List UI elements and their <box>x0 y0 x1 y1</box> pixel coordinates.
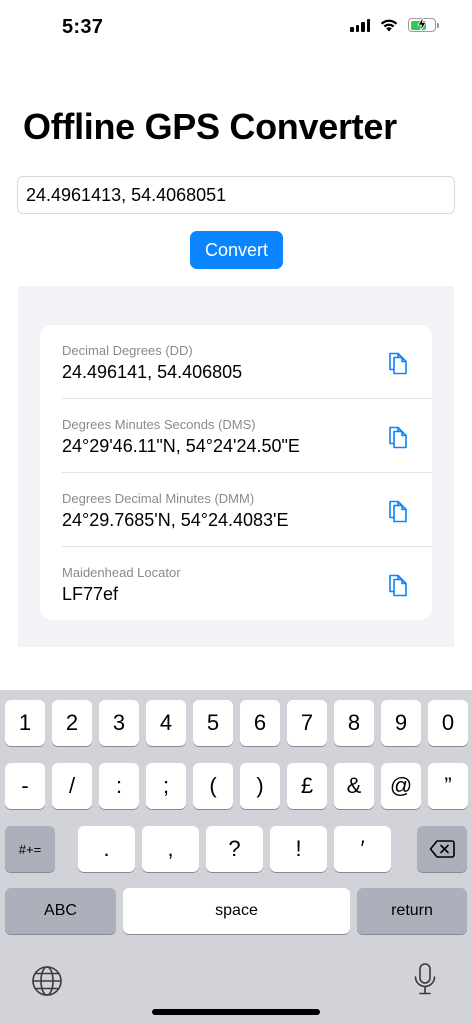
results-panel: Decimal Degrees (DD) 24.496141, 54.40680… <box>18 286 454 647</box>
result-label: Degrees Decimal Minutes (DMM) <box>62 491 255 506</box>
key-0[interactable]: 0 <box>428 700 468 746</box>
copy-maidenhead-button[interactable] <box>386 572 410 598</box>
key-9[interactable]: 9 <box>381 700 421 746</box>
key-hyphen[interactable]: - <box>5 763 45 809</box>
key-more-symbols[interactable]: #+= <box>5 826 55 872</box>
result-row-dmm: Degrees Decimal Minutes (DMM) 24°29.7685… <box>40 473 432 547</box>
copy-dd-button[interactable] <box>386 350 410 376</box>
copy-icon <box>389 426 407 449</box>
key-slash[interactable]: / <box>52 763 92 809</box>
result-value: 24.496141, 54.406805 <box>62 362 243 382</box>
backspace-icon <box>429 840 455 858</box>
key-colon[interactable]: : <box>99 763 139 809</box>
key-1[interactable]: 1 <box>5 700 45 746</box>
key-space[interactable]: space <box>123 888 350 934</box>
result-row-maidenhead: Maidenhead Locator LF77ef <box>40 547 432 620</box>
key-comma[interactable]: , <box>142 826 199 872</box>
cellular-signal-icon <box>350 18 370 32</box>
key-semicolon[interactable]: ; <box>146 763 186 809</box>
key-return[interactable]: return <box>357 888 467 934</box>
battery-icon <box>408 17 439 32</box>
copy-dmm-button[interactable] <box>386 498 410 524</box>
convert-button[interactable]: Convert <box>190 231 283 269</box>
key-4[interactable]: 4 <box>146 700 186 746</box>
status-time: 5:37 <box>62 16 104 38</box>
delete-key[interactable] <box>417 826 467 872</box>
key-pound[interactable]: £ <box>287 763 327 809</box>
key-abc[interactable]: ABC <box>5 888 116 934</box>
key-5[interactable]: 5 <box>193 700 233 746</box>
key-close-paren[interactable]: ) <box>240 763 280 809</box>
microphone-icon <box>414 963 436 995</box>
result-label: Degrees Minutes Seconds (DMS) <box>62 417 256 432</box>
copy-icon <box>389 500 407 523</box>
globe-key[interactable] <box>30 964 64 998</box>
key-7[interactable]: 7 <box>287 700 327 746</box>
home-indicator <box>152 1009 320 1015</box>
key-3[interactable]: 3 <box>99 700 139 746</box>
page-title: Offline GPS Converter <box>23 106 397 147</box>
copy-icon <box>389 352 407 375</box>
key-period[interactable]: . <box>78 826 135 872</box>
key-ampersand[interactable]: & <box>334 763 374 809</box>
coordinates-input[interactable] <box>17 176 455 214</box>
key-question[interactable]: ? <box>206 826 263 872</box>
key-prime[interactable]: ′ <box>334 826 391 872</box>
wifi-icon <box>380 19 398 32</box>
key-6[interactable]: 6 <box>240 700 280 746</box>
key-open-paren[interactable]: ( <box>193 763 233 809</box>
result-value: LF77ef <box>62 584 119 604</box>
copy-dms-button[interactable] <box>386 424 410 450</box>
copy-icon <box>389 574 407 597</box>
result-value: 24°29.7685'N, 54°24.4083'E <box>62 510 289 530</box>
result-row-dd: Decimal Degrees (DD) 24.496141, 54.40680… <box>40 325 432 399</box>
results-card: Decimal Degrees (DD) 24.496141, 54.40680… <box>40 325 432 620</box>
globe-icon <box>32 966 62 996</box>
dictation-key[interactable] <box>412 962 438 998</box>
charging-bolt-icon <box>417 17 427 31</box>
keyboard-accessory-bar <box>0 952 472 1024</box>
key-exclamation[interactable]: ! <box>270 826 327 872</box>
numeric-keyboard: 1 2 3 4 5 6 7 8 9 0 - / : ; ( ) £ & @ ” … <box>0 690 472 1024</box>
result-value: 24°29'46.11"N, 54°24'24.50"E <box>62 436 300 456</box>
status-icons <box>350 17 439 32</box>
key-at[interactable]: @ <box>381 763 421 809</box>
key-2[interactable]: 2 <box>52 700 92 746</box>
result-label: Decimal Degrees (DD) <box>62 343 193 358</box>
result-row-dms: Degrees Minutes Seconds (DMS) 24°29'46.1… <box>40 399 432 473</box>
status-bar: 5:37 <box>0 0 472 56</box>
key-8[interactable]: 8 <box>334 700 374 746</box>
result-label: Maidenhead Locator <box>62 565 181 580</box>
key-quote[interactable]: ” <box>428 763 468 809</box>
